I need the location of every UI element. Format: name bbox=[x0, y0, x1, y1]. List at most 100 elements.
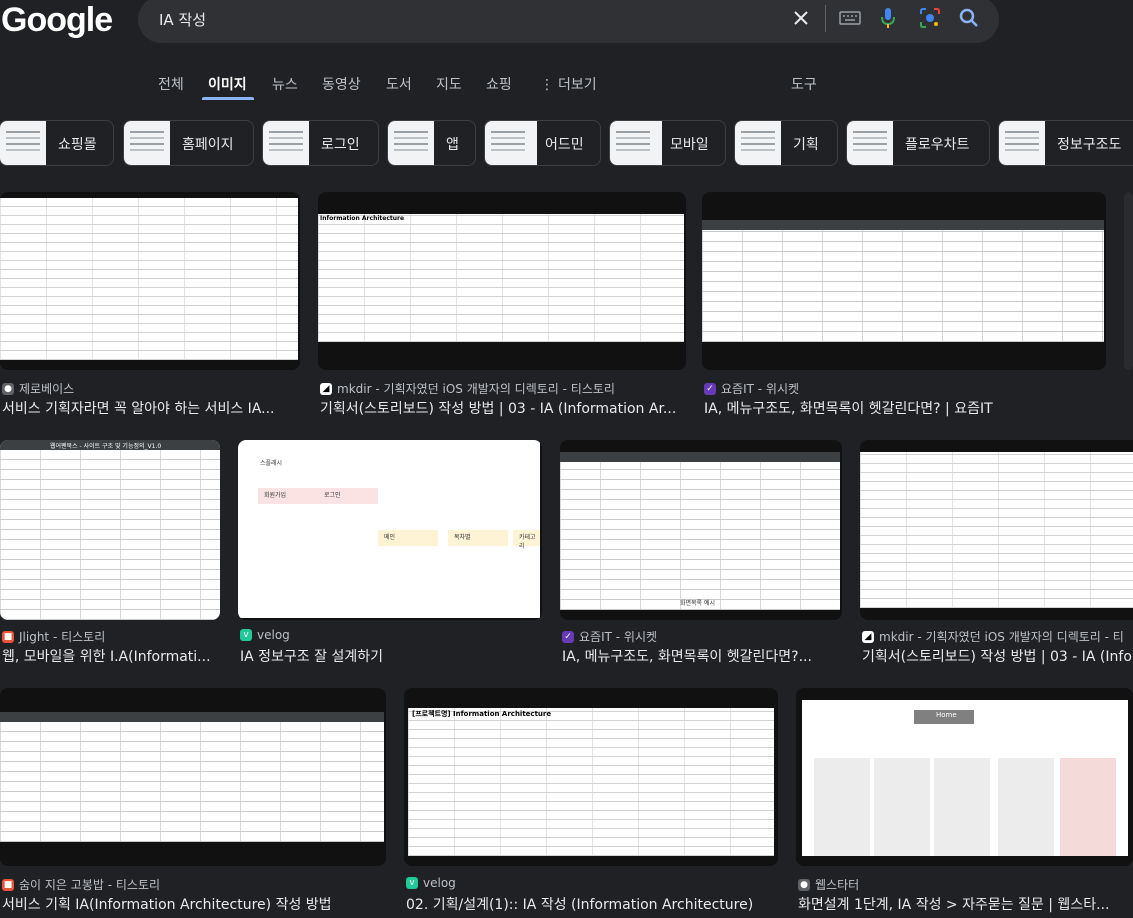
chip-login[interactable]: 로그인 bbox=[262, 120, 379, 166]
image-caption: Home bbox=[936, 711, 957, 719]
image-caption: 스플래시 bbox=[260, 460, 283, 467]
chip-mobile[interactable]: 모바일 bbox=[609, 120, 726, 166]
result-title[interactable]: 화면설계 1단계, IA 작성 > 자주묻는 질문 | 웹스타... bbox=[798, 894, 1128, 914]
result-source[interactable]: v velog bbox=[240, 628, 290, 642]
tab-news[interactable]: 뉴스 bbox=[272, 74, 298, 94]
result-title[interactable]: 서비스 기획자라면 꼭 알아야 하는 서비스 IA... bbox=[2, 398, 300, 418]
image-result[interactable]: [프로젝트명] Information Architecture v velog… bbox=[404, 688, 778, 916]
tab-all[interactable]: 전체 bbox=[158, 74, 184, 94]
suggestion-chips: 쇼핑몰 홈페이지 로그인 앱 어드민 모바일 기획 플로우차트 정보구조도 bbox=[0, 120, 1133, 168]
image-caption: 로그인 bbox=[324, 492, 341, 499]
source-name: mkdir - 기획자였던 iOS 개발자의 디렉토리 - 티스토리 bbox=[337, 382, 615, 396]
search-input[interactable]: IA 작성 bbox=[159, 9, 206, 30]
chip-label: 어드민 bbox=[545, 137, 584, 153]
chip-homepage[interactable]: 홈페이지 bbox=[123, 120, 254, 166]
image-result[interactable]: 화면목록 예시 ✓ 요즘IT - 위시켓 IA, 메뉴구조도, 화면목록이 헷갈… bbox=[560, 440, 842, 668]
result-thumbnail[interactable]: 스플래시 회원가입 로그인 메인 목차별 카테고리 bbox=[238, 440, 542, 620]
microphone-icon[interactable] bbox=[876, 6, 900, 30]
source-name: velog bbox=[423, 876, 456, 890]
chip-thumbnail bbox=[124, 121, 170, 165]
result-thumbnail[interactable]: 화면목록 예시 bbox=[560, 440, 842, 620]
search-icon[interactable] bbox=[957, 6, 981, 30]
image-result[interactable]: ◢ mkdir - 기획자였던 iOS 개발자의 디렉토리 - 티 기획서(스토… bbox=[860, 440, 1133, 668]
source-name: mkdir - 기획자였던 iOS 개발자의 디렉토리 - 티 bbox=[879, 630, 1124, 644]
site-favicon: ◢ bbox=[862, 630, 874, 643]
chip-label: 정보구조도 bbox=[1057, 137, 1122, 153]
tab-more[interactable]: ⋮ 더보기 bbox=[540, 74, 597, 94]
image-result[interactable]: ✓ 요즘IT - 위시켓 IA, 메뉴구조도, 화면목록이 헷갈린다면? | 요… bbox=[702, 192, 1106, 422]
image-result[interactable]: ● 제로베이스 서비스 기획자라면 꼭 알아야 하는 서비스 IA... bbox=[0, 192, 300, 422]
lens-icon[interactable] bbox=[918, 6, 942, 30]
tab-more-label: 더보기 bbox=[558, 77, 597, 93]
source-name: 웹스타터 bbox=[815, 878, 860, 892]
chip-flowchart[interactable]: 플로우차트 bbox=[846, 120, 990, 166]
google-logo[interactable]: Google bbox=[1, 0, 113, 42]
source-name: 요즘IT - 위시켓 bbox=[579, 630, 658, 644]
tab-shopping[interactable]: 쇼핑 bbox=[486, 74, 512, 94]
result-title[interactable]: 웹, 모바일을 위한 I.A(Informati... bbox=[2, 646, 218, 666]
image-result[interactable]: Information Architecture ◢ mkdir - 기획자였던… bbox=[318, 192, 686, 422]
result-thumbnail[interactable] bbox=[0, 192, 300, 370]
search-divider bbox=[825, 5, 826, 32]
result-title[interactable]: IA, 메뉴구조도, 화면목록이 헷갈린다면?... bbox=[562, 646, 842, 666]
result-title[interactable]: 기획서(스토리보드) 작성 방법 | 03 - IA (Info bbox=[862, 646, 1133, 666]
result-source[interactable]: ● 제로베이스 bbox=[2, 380, 74, 397]
result-title[interactable]: IA 정보구조 잘 설계하기 bbox=[240, 646, 540, 666]
chip-info-structure[interactable]: 정보구조도 bbox=[998, 120, 1133, 166]
image-result[interactable]: Home ● 웹스타터 화면설계 1단계, IA 작성 > 자주묻는 질문 | … bbox=[796, 688, 1133, 916]
result-source[interactable]: ✓ 요즘IT - 위시켓 bbox=[562, 628, 657, 645]
result-thumbnail[interactable]: [프로젝트명] Information Architecture bbox=[404, 688, 778, 866]
chip-thumbnail bbox=[610, 121, 662, 165]
result-thumbnail[interactable]: Information Architecture bbox=[318, 192, 686, 370]
result-source[interactable]: ● 웹스타터 bbox=[798, 876, 859, 893]
site-favicon: v bbox=[240, 629, 252, 641]
result-title[interactable]: 서비스 기획 IA(Information Architecture) 작성 방… bbox=[2, 894, 384, 914]
site-favicon: ◢ bbox=[320, 382, 332, 395]
result-thumbnail[interactable]: 웹어펜북스 - 사이트 구조 및 기능정의_V1.0 bbox=[0, 440, 220, 620]
chip-thumbnail bbox=[485, 121, 537, 165]
chip-admin[interactable]: 어드민 bbox=[484, 120, 601, 166]
result-source[interactable]: ■ 숨이 지은 고봉밥 - 티스토리 bbox=[2, 876, 160, 893]
chip-label: 플로우차트 bbox=[905, 137, 970, 153]
search-box[interactable]: IA 작성 bbox=[138, 0, 999, 43]
table-image: 화면목록 예시 bbox=[560, 452, 840, 610]
keyboard-icon[interactable] bbox=[838, 6, 862, 30]
more-vert-icon: ⋮ bbox=[540, 77, 554, 93]
result-thumbnail[interactable] bbox=[0, 688, 386, 866]
tab-tools[interactable]: 도구 bbox=[791, 74, 817, 94]
tab-maps[interactable]: 지도 bbox=[436, 74, 462, 94]
tab-images[interactable]: 이미지 bbox=[208, 74, 247, 94]
result-thumbnail[interactable]: Home bbox=[796, 688, 1133, 866]
table-image bbox=[0, 712, 384, 842]
active-tab-indicator bbox=[202, 97, 254, 100]
chip-label: 모바일 bbox=[670, 137, 709, 153]
image-result-clipped[interactable] bbox=[1124, 192, 1133, 422]
chip-app[interactable]: 앱 bbox=[387, 120, 476, 166]
result-thumbnail[interactable] bbox=[860, 440, 1133, 620]
clear-icon[interactable] bbox=[789, 6, 813, 30]
result-title[interactable]: IA, 메뉴구조도, 화면목록이 헷갈린다면? | 요즘IT bbox=[704, 398, 1104, 418]
tab-books[interactable]: 도서 bbox=[386, 74, 412, 94]
result-source[interactable]: ◢ mkdir - 기획자였던 iOS 개발자의 디렉토리 - 티스토리 bbox=[320, 380, 615, 397]
chip-planning[interactable]: 기획 bbox=[734, 120, 838, 166]
source-name: velog bbox=[257, 628, 290, 642]
image-result[interactable]: 웹어펜북스 - 사이트 구조 및 기능정의_V1.0 ■ Jlight - 티스… bbox=[0, 440, 220, 668]
result-thumbnail[interactable] bbox=[702, 192, 1106, 370]
result-thumbnail[interactable] bbox=[1124, 192, 1133, 370]
result-source[interactable]: ◢ mkdir - 기획자였던 iOS 개발자의 디렉토리 - 티 bbox=[862, 628, 1124, 645]
chip-shopping-mall[interactable]: 쇼핑몰 bbox=[0, 120, 114, 166]
tab-videos[interactable]: 동영상 bbox=[322, 74, 361, 94]
result-source[interactable]: ■ Jlight - 티스토리 bbox=[2, 628, 105, 645]
chip-label: 홈페이지 bbox=[182, 137, 234, 153]
table-image: Information Architecture bbox=[318, 214, 684, 342]
result-source[interactable]: v velog bbox=[406, 876, 456, 890]
source-name: Jlight - 티스토리 bbox=[19, 630, 106, 644]
image-result[interactable]: 스플래시 회원가입 로그인 메인 목차별 카테고리 v velog IA 정보구… bbox=[238, 440, 542, 668]
result-title[interactable]: 기획서(스토리보드) 작성 방법 | 03 - IA (Information … bbox=[320, 398, 680, 418]
site-favicon: ● bbox=[2, 382, 14, 395]
chip-label: 기획 bbox=[793, 137, 819, 153]
site-favicon: ● bbox=[798, 878, 810, 891]
result-title[interactable]: 02. 기획/설계(1):: IA 작성 (Information Archit… bbox=[406, 894, 776, 914]
result-source[interactable]: ✓ 요즘IT - 위시켓 bbox=[704, 380, 799, 397]
image-result[interactable]: ■ 숨이 지은 고봉밥 - 티스토리 서비스 기획 IA(Information… bbox=[0, 688, 386, 916]
